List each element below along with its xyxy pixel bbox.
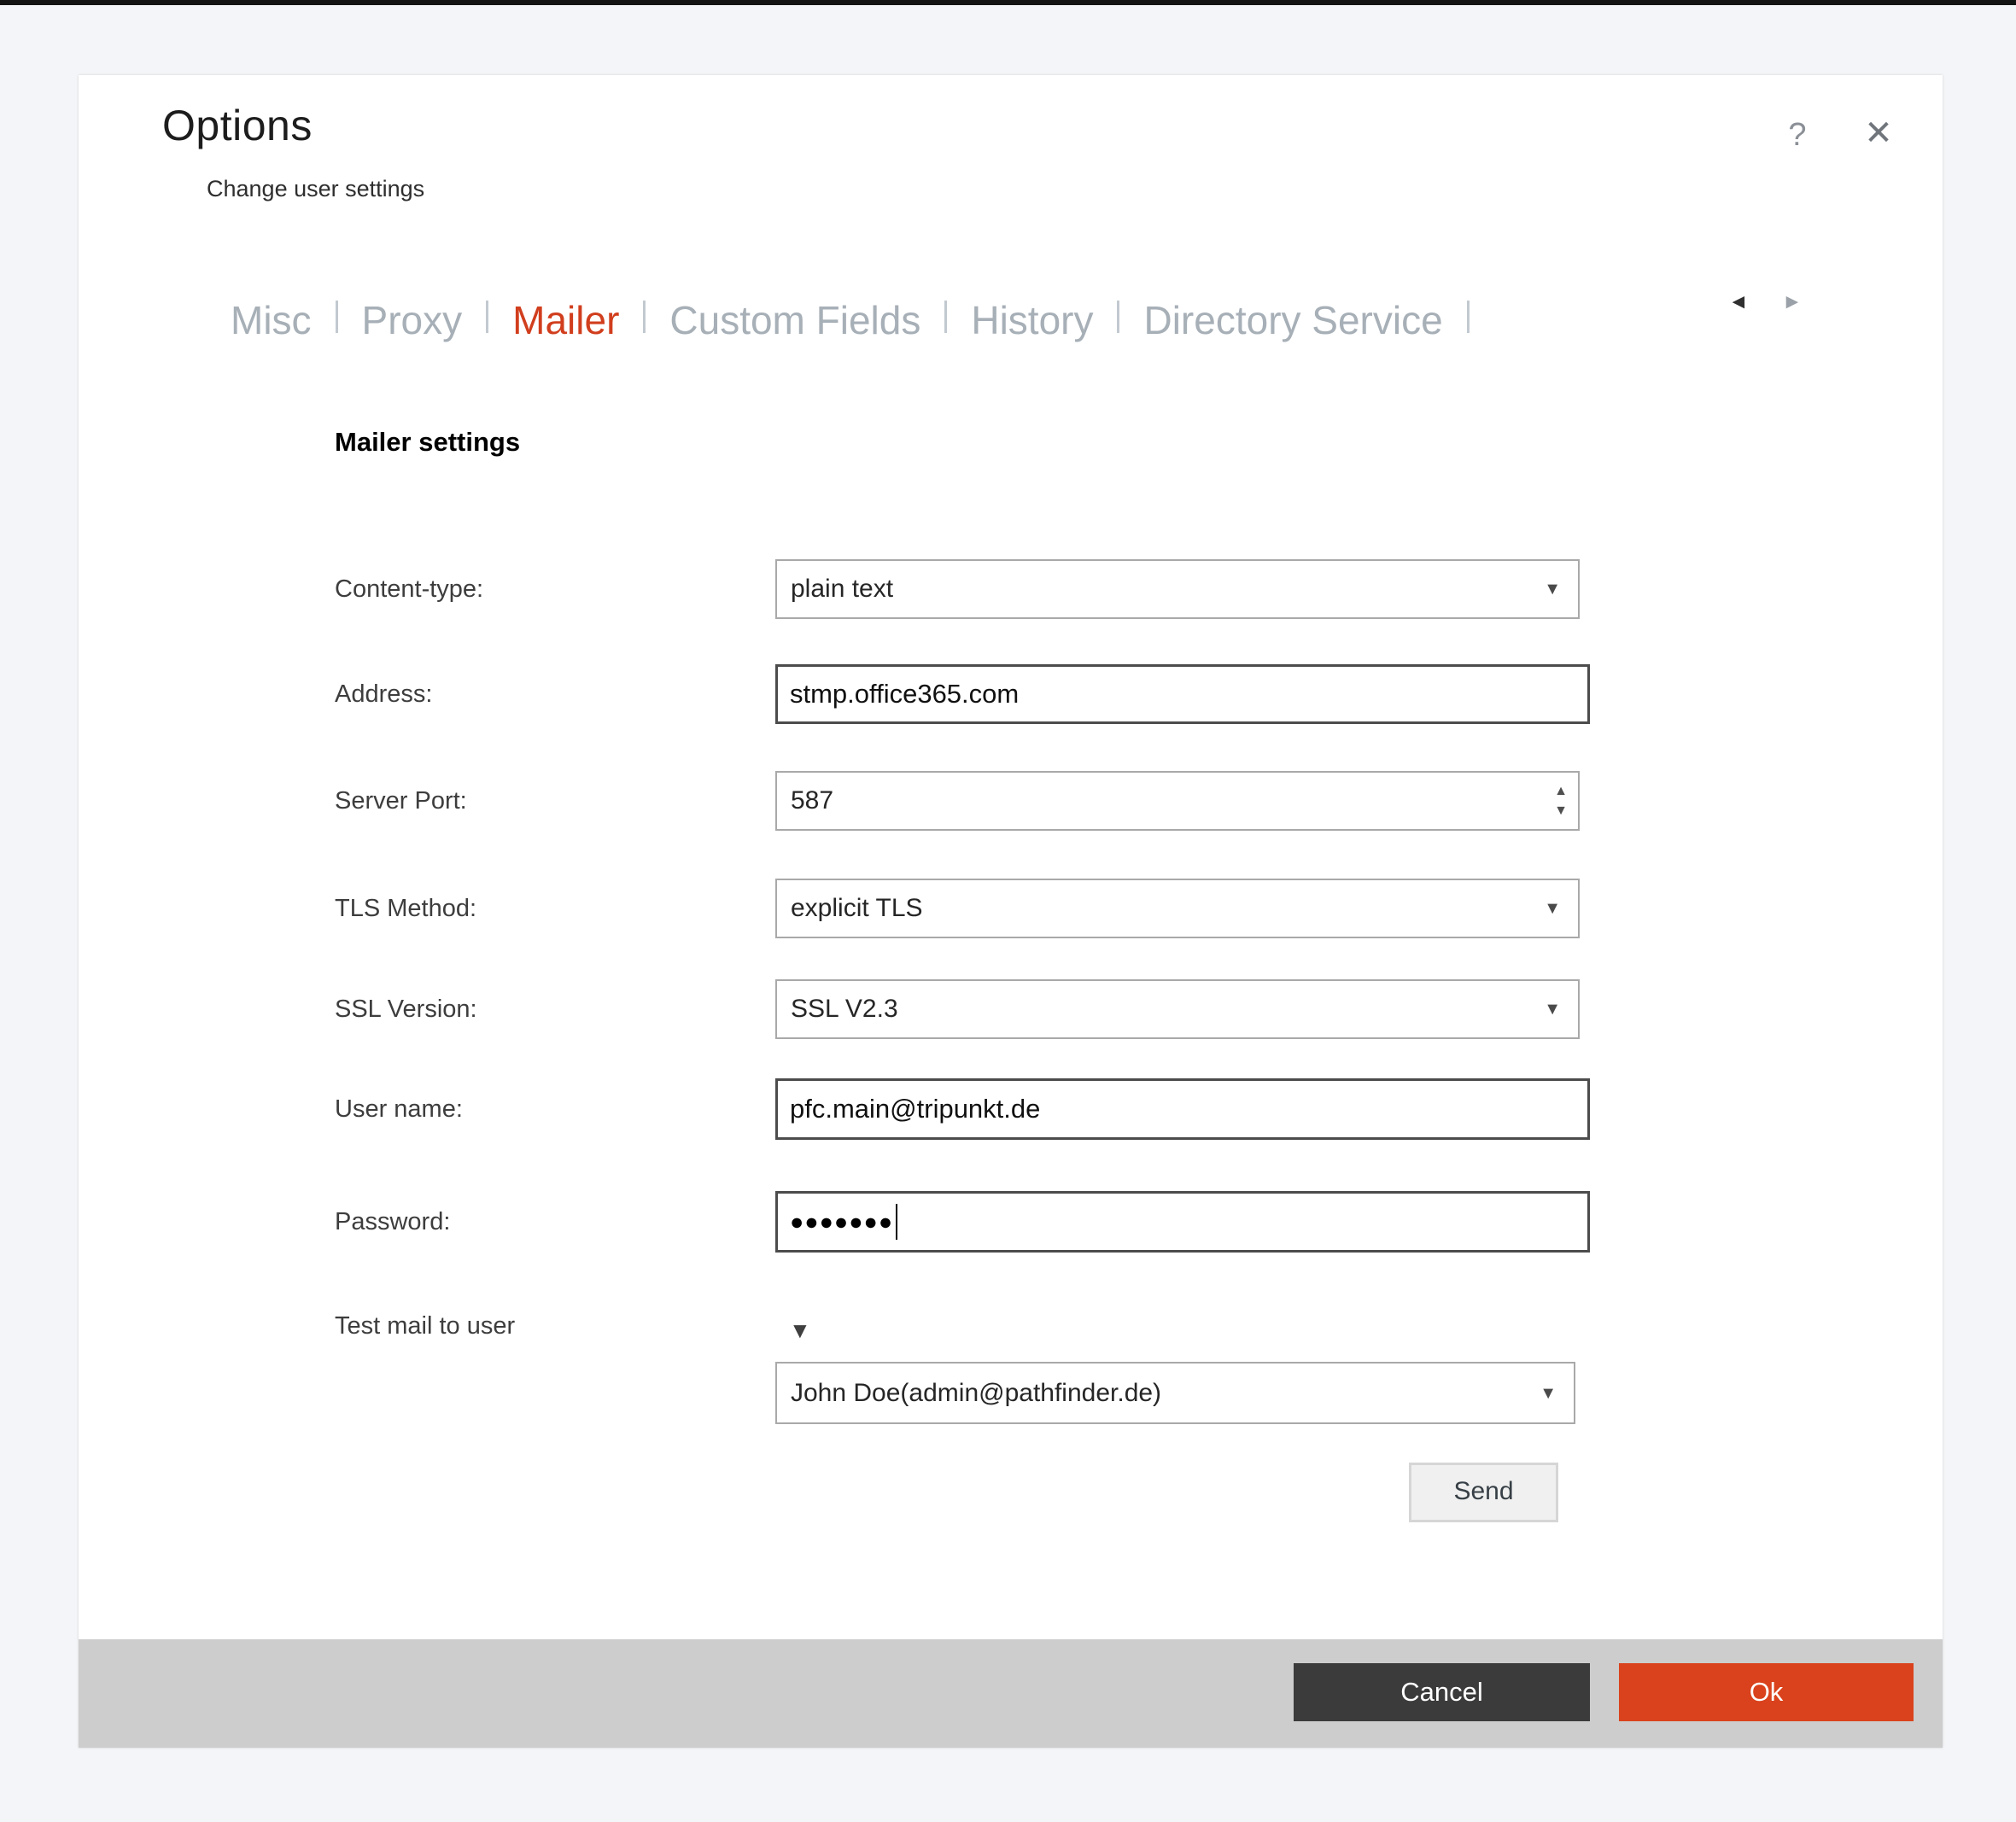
chevron-down-icon: ▼ — [1544, 900, 1561, 917]
chevron-down-icon: ▼ — [1544, 1001, 1561, 1018]
ok-button[interactable]: Ok — [1619, 1663, 1914, 1721]
tab-directory-service[interactable]: Directory Service — [1143, 297, 1442, 343]
tab-mailer[interactable]: Mailer — [512, 297, 619, 343]
spin-up-icon[interactable]: ▲ — [1554, 785, 1568, 798]
server-port-value: 587 — [791, 786, 1554, 815]
password-input[interactable]: ●●●●●●● — [775, 1191, 1590, 1253]
ssl-version-label: SSL Version: — [335, 979, 736, 1039]
tab-proxy[interactable]: Proxy — [362, 297, 463, 343]
tab-scroll-right-icon[interactable]: ► — [1782, 290, 1803, 314]
tab-custom-fields[interactable]: Custom Fields — [669, 297, 920, 343]
tls-method-select[interactable]: explicit TLS ▼ — [775, 879, 1580, 938]
help-icon[interactable]: ? — [1773, 109, 1821, 161]
content-type-select[interactable]: plain text ▼ — [775, 559, 1580, 619]
tab-separator — [643, 301, 646, 333]
test-mail-label: Test mail to user — [335, 1305, 736, 1347]
dialog-title: Options — [162, 101, 313, 150]
server-port-input[interactable]: 587 ▲ ▼ — [775, 771, 1580, 831]
text-cursor — [896, 1204, 897, 1240]
options-dialog: Options Change user settings ? ✕ Misc Pr… — [79, 75, 1943, 1748]
test-mail-recipient-select[interactable]: John Doe(admin@pathfinder.de) ▼ — [775, 1362, 1575, 1424]
address-input[interactable] — [790, 679, 1575, 710]
content-type-label: Content-type: — [335, 559, 736, 619]
password-masked-value: ●●●●●●● — [790, 1209, 893, 1235]
password-label: Password: — [335, 1191, 736, 1253]
tls-method-label: TLS Method: — [335, 879, 736, 938]
tab-separator — [944, 301, 947, 333]
top-border — [0, 0, 2016, 5]
tab-misc[interactable]: Misc — [231, 297, 312, 343]
tab-separator — [486, 301, 488, 333]
address-label: Address: — [335, 664, 736, 724]
user-name-input-wrap — [775, 1078, 1590, 1140]
cancel-button[interactable]: Cancel — [1294, 1663, 1590, 1721]
send-button[interactable]: Send — [1409, 1463, 1558, 1522]
ssl-version-value: SSL V2.3 — [791, 995, 1544, 1024]
address-input-wrap — [775, 664, 1590, 724]
tls-method-value: explicit TLS — [791, 894, 1544, 923]
dialog-subtitle: Change user settings — [207, 176, 424, 202]
tab-separator — [1117, 301, 1119, 333]
user-name-input[interactable] — [790, 1094, 1575, 1124]
user-name-label: User name: — [335, 1078, 736, 1140]
test-mail-dropdown-icon[interactable]: ▼ — [789, 1317, 811, 1344]
screen: Options Change user settings ? ✕ Misc Pr… — [0, 0, 2016, 1822]
server-port-label: Server Port: — [335, 771, 736, 831]
tab-history[interactable]: History — [971, 297, 1093, 343]
tab-scroll-left-icon[interactable]: ◄ — [1728, 290, 1749, 314]
content-type-value: plain text — [791, 575, 1544, 604]
section-heading: Mailer settings — [335, 427, 520, 458]
chevron-down-icon: ▼ — [1544, 581, 1561, 598]
close-icon[interactable]: ✕ — [1853, 108, 1904, 159]
tab-bar: Misc Proxy Mailer Custom Fields History … — [231, 287, 1470, 353]
test-mail-recipient-value: John Doe(admin@pathfinder.de) — [791, 1379, 1540, 1408]
tab-separator — [1467, 301, 1470, 333]
spin-down-icon[interactable]: ▼ — [1554, 804, 1568, 818]
tab-separator — [336, 301, 338, 333]
chevron-down-icon: ▼ — [1540, 1385, 1557, 1402]
ssl-version-select[interactable]: SSL V2.3 ▼ — [775, 979, 1580, 1039]
